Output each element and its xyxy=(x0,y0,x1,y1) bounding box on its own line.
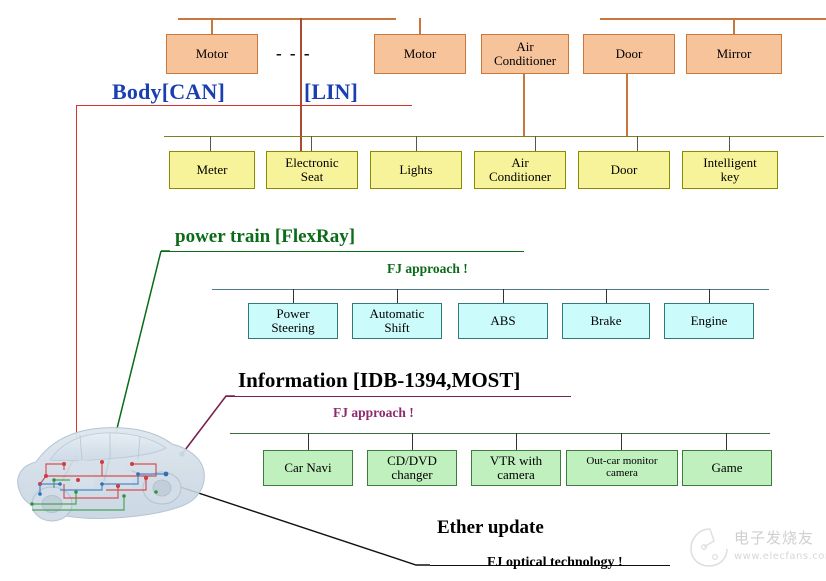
ac-drop-line xyxy=(523,74,525,136)
can-bus-line xyxy=(76,105,412,106)
node-label: Door xyxy=(615,46,643,62)
node-brake[interactable]: Brake xyxy=(562,303,650,339)
node-motor-right[interactable]: Motor xyxy=(374,34,466,74)
node-lights[interactable]: Lights xyxy=(370,151,462,189)
information-drop-vtr xyxy=(516,433,517,450)
diagram-canvas: Motor - - - Motor Air Conditioner Door Mi… xyxy=(0,0,826,581)
title-body-can: Body[CAN] xyxy=(112,79,226,104)
watermark: 电子发烧友 www.elecfans.com xyxy=(688,523,826,575)
node-label: Power Steering xyxy=(271,306,315,335)
node-door[interactable]: Door xyxy=(583,34,675,74)
node-game[interactable]: Game xyxy=(682,450,772,486)
title-information: Information [IDB-1394,MOST] xyxy=(238,368,521,392)
lin-ellipsis: - - - xyxy=(276,44,312,63)
node-vtr-with-camera[interactable]: VTR with camera xyxy=(471,450,561,486)
node-label: Motor xyxy=(403,46,437,62)
flexray-drop-automatic-shift xyxy=(397,289,398,303)
title-lin: [LIN] xyxy=(304,79,358,104)
node-door-ecu[interactable]: Door xyxy=(578,151,670,189)
node-label: Out-car monitor camera xyxy=(586,455,658,479)
yellow-drop-seat xyxy=(311,136,312,151)
node-label: Electronic Seat xyxy=(285,155,339,184)
flexray-underline xyxy=(161,251,524,252)
node-label: Engine xyxy=(690,313,728,329)
information-drop-game xyxy=(726,433,727,450)
node-abs[interactable]: ABS xyxy=(458,303,548,339)
title-power-train: power train [FlexRay] xyxy=(175,226,356,247)
node-label: Meter xyxy=(196,162,228,178)
node-label: Air Conditioner xyxy=(488,155,552,184)
information-bus-line xyxy=(230,433,770,434)
node-label: Motor xyxy=(195,46,229,62)
orange-drop-motor-left xyxy=(211,18,213,35)
information-drop-out-car xyxy=(621,433,622,450)
orange-drop-mirror xyxy=(733,18,735,35)
yellow-drop-meter xyxy=(210,136,211,151)
subtitle-information-fj-approach: FJ approach ! xyxy=(333,405,414,420)
node-label: Door xyxy=(610,162,638,178)
orange-bus-right xyxy=(600,18,826,20)
door-drop-line xyxy=(626,74,628,136)
yellow-drop-door xyxy=(637,136,638,151)
node-air-conditioner-ecu[interactable]: Air Conditioner xyxy=(474,151,566,189)
node-out-car-monitor-camera[interactable]: Out-car monitor camera xyxy=(566,450,678,486)
yellow-drop-key xyxy=(729,136,730,151)
flexray-drop-power-steering xyxy=(293,289,294,303)
flexray-drop-engine xyxy=(709,289,710,303)
subtitle-flexray-fj-approach: FJ approach ! xyxy=(387,261,468,276)
subtitle-fj-optical-technology: FJ optical technology ! xyxy=(487,555,623,570)
node-label: Lights xyxy=(399,162,433,178)
yellow-bus-line xyxy=(164,136,824,137)
yellow-drop-lights xyxy=(416,136,417,151)
orange-drop-motor-right xyxy=(419,18,421,35)
information-drop-cd-dvd xyxy=(412,433,413,450)
node-label: Brake xyxy=(590,313,622,329)
watermark-url: www.elecfans.com xyxy=(734,551,826,562)
watermark-text: 电子发烧友 xyxy=(734,529,815,547)
node-label: Air Conditioner xyxy=(493,39,557,68)
flexray-drop-brake xyxy=(606,289,607,303)
node-intelligent-key[interactable]: Intelligent key xyxy=(682,151,778,189)
flexray-bus-line xyxy=(212,289,769,290)
node-electronic-seat[interactable]: Electronic Seat xyxy=(266,151,358,189)
node-meter[interactable]: Meter xyxy=(169,151,255,189)
node-label: Automatic Shift xyxy=(369,306,425,335)
node-engine[interactable]: Engine xyxy=(664,303,754,339)
information-underline xyxy=(226,396,571,397)
node-automatic-shift[interactable]: Automatic Shift xyxy=(352,303,442,339)
node-label: VTR with camera xyxy=(489,453,543,482)
title-ether-update: Ether update xyxy=(437,517,544,538)
vehicle-wiring-illustration xyxy=(6,418,216,536)
information-drop-car-navi xyxy=(308,433,309,450)
node-label: Intelligent key xyxy=(703,155,757,184)
node-mirror[interactable]: Mirror xyxy=(686,34,782,74)
node-power-steering[interactable]: Power Steering xyxy=(248,303,338,339)
node-motor-left[interactable]: Motor xyxy=(166,34,258,74)
yellow-drop-ac xyxy=(535,136,536,151)
node-label: Mirror xyxy=(716,46,752,62)
node-label: ABS xyxy=(490,313,516,329)
node-label: Game xyxy=(711,460,743,476)
node-air-conditioner[interactable]: Air Conditioner xyxy=(481,34,569,74)
flexray-drop-abs xyxy=(503,289,504,303)
